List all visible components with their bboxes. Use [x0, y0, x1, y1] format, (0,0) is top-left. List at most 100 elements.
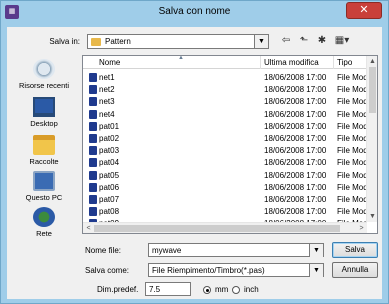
unit-inch-radio[interactable]	[232, 286, 240, 294]
view-menu-icon[interactable]: ▦▾	[333, 34, 351, 48]
save-as-type-dropdown[interactable]: File Riempimento/Timbro(*.pas) ▼	[148, 263, 324, 277]
pattern-file-icon	[89, 194, 97, 204]
file-modified-cell: 18/06/2008 17:00	[264, 85, 327, 95]
file-type-cell: File Mod	[337, 182, 367, 192]
vertical-scrollbar[interactable]: ▲ ▼	[366, 56, 377, 222]
file-name-label: Nome file:	[85, 246, 122, 255]
place-desktop[interactable]: Desktop	[9, 97, 79, 128]
place-network[interactable]: Rete	[9, 207, 79, 238]
scroll-thumb[interactable]	[94, 225, 340, 232]
file-list[interactable]: Nome ▲ Ultima modifica Tipo net1 18/06/20…	[82, 55, 378, 234]
column-header-modified[interactable]: Ultima modifica	[264, 58, 319, 67]
file-modified-cell: 18/06/2008 17:00	[264, 133, 327, 143]
default-size-input[interactable]: 7.5	[145, 282, 191, 296]
scroll-down-icon[interactable]: ▼	[367, 211, 377, 222]
chevron-down-icon[interactable]: ▼	[309, 264, 323, 277]
pattern-file-icon	[89, 133, 97, 143]
save-button[interactable]: Salva	[332, 242, 378, 258]
file-name-input[interactable]: mywave ▼	[148, 243, 324, 257]
file-modified-cell: 18/06/2008 17:00	[264, 158, 327, 168]
file-type-cell: File Mod	[337, 97, 367, 107]
pattern-file-icon	[89, 146, 97, 156]
file-name-cell: pat07	[99, 194, 120, 204]
save-as-label: Salva come:	[85, 266, 130, 275]
unit-mm-radio[interactable]	[203, 286, 211, 294]
file-type-cell: File Mod	[337, 207, 367, 217]
place-label: Desktop	[30, 119, 58, 128]
chevron-down-icon[interactable]: ▼	[309, 244, 323, 257]
file-row[interactable]: pat03 18/06/2008 17:00 File Mod	[83, 144, 367, 156]
scroll-right-icon[interactable]: >	[356, 223, 367, 233]
file-name-value: mywave	[152, 246, 182, 255]
file-rows: net1 18/06/2008 17:00 File Mod net2 18/06/20…	[83, 71, 367, 229]
new-folder-icon[interactable]: ✱	[315, 34, 329, 48]
sort-ascending-icon: ▲	[178, 55, 184, 61]
file-modified-cell: 18/06/2008 17:00	[264, 170, 327, 180]
file-name-cell: net1	[99, 73, 115, 82]
place-recent[interactable]: Risorse recenti	[9, 59, 79, 90]
pattern-file-icon	[89, 158, 97, 168]
file-modified-cell: 18/06/2008 17:00	[264, 146, 327, 156]
file-row[interactable]: net4 18/06/2008 17:00 File Mod	[83, 108, 367, 120]
file-modified-cell: 18/06/2008 17:00	[264, 194, 327, 204]
up-folder-icon[interactable]: ⬑	[297, 34, 311, 48]
default-size-value: 7.5	[149, 285, 161, 294]
column-header-type[interactable]: Tipo	[337, 58, 352, 67]
cancel-button[interactable]: Annulla	[332, 262, 378, 278]
file-name-cell: net2	[99, 85, 115, 95]
file-name-cell: pat05	[99, 170, 120, 180]
file-type-cell: File Mod	[337, 170, 367, 180]
place-label: Questo PC	[25, 193, 63, 202]
folder-icon	[91, 38, 101, 46]
file-modified-cell: 18/06/2008 17:00	[264, 109, 327, 119]
back-arrow-icon[interactable]: ⇦	[279, 34, 293, 48]
file-row[interactable]: pat08 18/06/2008 17:00 File Mod	[83, 205, 367, 217]
file-type-cell: File Mod	[337, 121, 367, 131]
column-divider[interactable]	[333, 56, 334, 69]
file-name-cell: pat04	[99, 158, 120, 168]
default-size-label: Dim.predef.	[97, 285, 139, 294]
file-row[interactable]: net3 18/06/2008 17:00 File Mod	[83, 95, 367, 107]
network-icon	[33, 207, 55, 227]
file-name-cell: pat03	[99, 146, 120, 156]
file-type-cell: File Mod	[337, 133, 367, 143]
column-divider[interactable]	[260, 56, 261, 69]
file-row[interactable]: pat06 18/06/2008 17:00 File Mod	[83, 181, 367, 193]
close-button[interactable]: ✕	[346, 2, 382, 19]
file-name-cell: pat08	[99, 207, 120, 217]
place-this-pc[interactable]: Questo PC	[9, 171, 79, 202]
recent-places-icon	[33, 59, 55, 79]
file-row[interactable]: pat02 18/06/2008 17:00 File Mod	[83, 132, 367, 144]
file-name-cell: pat02	[99, 133, 120, 143]
title-bar: ▦ Salva con nome ✕	[1, 1, 388, 23]
file-modified-cell: 18/06/2008 17:00	[264, 182, 327, 192]
column-header-name[interactable]: Nome	[99, 58, 120, 67]
chevron-down-icon[interactable]: ▼	[254, 35, 268, 48]
list-header: Nome ▲ Ultima modifica Tipo	[83, 56, 367, 69]
place-libraries[interactable]: Raccolte	[9, 135, 79, 166]
file-type-cell: File Mod	[337, 109, 367, 119]
dialog-body: Salva in: Pattern ▼ ⇦ ⬑ ✱ ▦▾ Risorse rec…	[7, 27, 382, 299]
scroll-up-icon[interactable]: ▲	[367, 56, 377, 67]
pattern-file-icon	[89, 207, 97, 217]
unit-mm-label: mm	[215, 285, 229, 294]
file-row[interactable]: net2 18/06/2008 17:00 File Mod	[83, 83, 367, 95]
file-row[interactable]: pat01 18/06/2008 17:00 File Mod	[83, 120, 367, 132]
unit-inch-label: inch	[244, 285, 259, 294]
desktop-icon	[33, 97, 55, 117]
file-row[interactable]: pat07 18/06/2008 17:00 File Mod	[83, 193, 367, 205]
file-modified-cell: 18/06/2008 17:00	[264, 97, 327, 107]
scroll-left-icon[interactable]: <	[83, 223, 94, 233]
file-row[interactable]: pat04 18/06/2008 17:00 File Mod	[83, 156, 367, 168]
scroll-thumb[interactable]	[369, 67, 376, 113]
places-bar: Risorse recenti Desktop Raccolte Questo …	[9, 57, 79, 257]
pattern-file-icon	[89, 109, 97, 119]
file-type-cell: File Mod	[337, 158, 367, 168]
pattern-file-icon	[89, 97, 97, 107]
file-modified-cell: 18/06/2008 17:00	[264, 207, 327, 217]
file-row[interactable]: pat05 18/06/2008 17:00 File Mod	[83, 169, 367, 181]
file-modified-cell: 18/06/2008 17:00	[264, 121, 327, 131]
file-row[interactable]: net1 18/06/2008 17:00 File Mod	[83, 71, 367, 83]
horizontal-scrollbar[interactable]: < >	[83, 222, 367, 233]
save-in-dropdown[interactable]: Pattern ▼	[87, 34, 269, 49]
